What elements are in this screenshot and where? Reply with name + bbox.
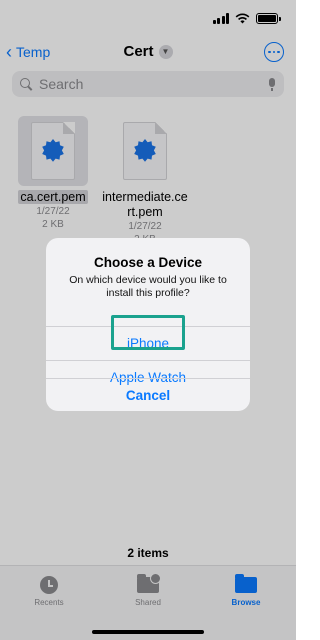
iphone-button[interactable]: iPhone bbox=[46, 326, 250, 360]
alert-message: On which device would you like to instal… bbox=[69, 274, 227, 299]
cancel-button[interactable]: Cancel bbox=[46, 378, 250, 411]
choose-device-alert: Choose a Device On which device would yo… bbox=[46, 238, 250, 411]
alert-title: Choose a Device bbox=[93, 255, 203, 270]
files-app-screen: ‹ Temp Cert ▼ ca.cert.pem 1/27/22 2 KB bbox=[0, 0, 296, 640]
